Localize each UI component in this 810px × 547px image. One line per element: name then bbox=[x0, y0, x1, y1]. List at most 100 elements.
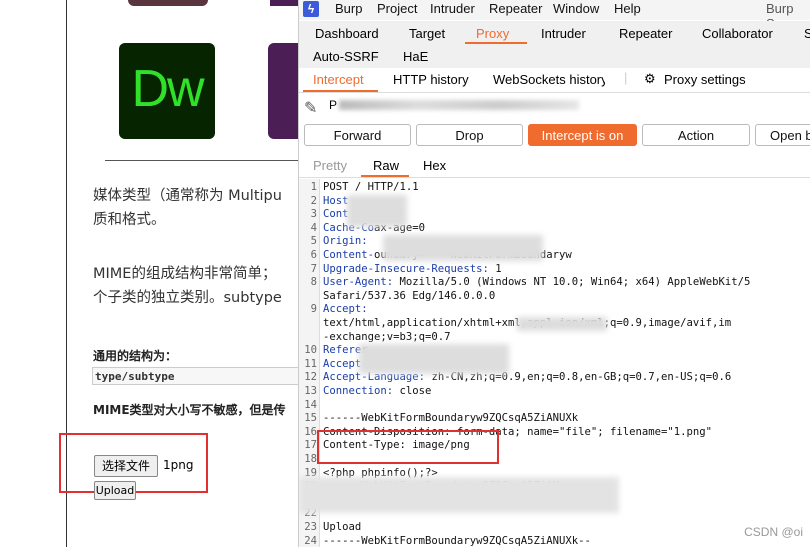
request-line: 15 ------WebKitFormBoundaryw9ZQCsqA5ZiANU… bbox=[299, 412, 578, 426]
line-number: 10 bbox=[304, 344, 317, 357]
request-line: 2 Host bbox=[299, 195, 349, 209]
request-line: 10 Referer bbox=[299, 344, 367, 358]
header-name: Host bbox=[323, 194, 349, 207]
burp-logo-icon: ϟ bbox=[303, 1, 319, 17]
line-number: 6 bbox=[310, 249, 317, 261]
divider bbox=[105, 160, 300, 161]
tab-separator: | bbox=[624, 70, 628, 85]
request-line: 3 Cont bbox=[299, 208, 349, 222]
request-line: 24 ------WebKitFormBoundaryw9ZQCsqA5ZiANU… bbox=[299, 535, 591, 547]
tab-intruder[interactable]: Intruder bbox=[541, 26, 586, 41]
header-name: Accept: bbox=[323, 303, 368, 316]
burp-window: ϟ Burp Project Intruder Repeater Window … bbox=[298, 0, 810, 547]
line-number: 12 bbox=[304, 371, 317, 384]
line-number: 18 bbox=[304, 453, 317, 465]
line-text: close bbox=[393, 385, 432, 397]
action-button[interactable]: Action bbox=[642, 124, 750, 146]
intercept-toggle-button[interactable]: Intercept is on bbox=[528, 124, 637, 146]
menu-window[interactable]: Window bbox=[553, 1, 599, 16]
upload-button[interactable]: Upload bbox=[94, 481, 136, 500]
forward-button[interactable]: Forward bbox=[304, 124, 411, 146]
line-number: 7 bbox=[310, 262, 317, 275]
redaction-1 bbox=[347, 195, 407, 227]
tab-proxy[interactable]: Proxy bbox=[476, 26, 509, 41]
line-number: 13 bbox=[304, 385, 317, 397]
header-name: Upgrade-Insecure-Requests: bbox=[323, 262, 489, 275]
tab-repeater[interactable]: Repeater bbox=[619, 26, 672, 41]
active-tab-underline bbox=[465, 42, 527, 44]
request-info-row: ✎ P bbox=[299, 94, 810, 120]
line-text: -exchange;v=b3;q=0.7 bbox=[323, 330, 451, 343]
header-name: Origin: bbox=[323, 235, 368, 248]
line-number: 3 bbox=[310, 208, 317, 221]
message-view-tabs: Pretty Raw Hex bbox=[299, 153, 810, 178]
redaction-4 bbox=[359, 344, 509, 374]
watermark-text: CSDN @oi bbox=[744, 525, 803, 539]
request-editor[interactable]: 1 POST / HTTP/1.1 2 Host 3 Cont 4 Cache-Coax-ag… bbox=[299, 179, 810, 547]
raw-underline bbox=[361, 175, 409, 177]
proxy-settings-link[interactable]: Proxy settings bbox=[664, 72, 746, 87]
menu-help[interactable]: Help bbox=[614, 1, 641, 16]
tab-pretty[interactable]: Pretty bbox=[313, 158, 347, 173]
tab-hex[interactable]: Hex bbox=[423, 158, 446, 173]
line-number: 11 bbox=[304, 357, 317, 370]
structure-heading: 通用的结构为： bbox=[93, 349, 178, 363]
main-tabs: Dashboard Target Proxy Intruder Repeater… bbox=[299, 21, 810, 45]
header-name: User-Agent: bbox=[323, 276, 394, 289]
line-number: 16 bbox=[304, 425, 317, 438]
request-line: 13 Connection: close bbox=[299, 385, 431, 399]
tab-raw[interactable]: Raw bbox=[373, 158, 399, 173]
request-line: Safari/537.36 Edg/146.0.0.0 bbox=[299, 290, 495, 304]
tab-dashboard[interactable]: Dashboard bbox=[315, 26, 379, 41]
line-number: 15 bbox=[304, 412, 317, 425]
tab-http-history[interactable]: HTTP history bbox=[393, 72, 469, 87]
tab-intercept[interactable]: Intercept bbox=[313, 72, 364, 87]
line-text: ------WebKitFormBoundaryw9ZQCsqA5ZiANUXk… bbox=[323, 534, 591, 547]
tab-collaborator[interactable]: Collaborator bbox=[702, 26, 773, 41]
request-line: 9 Accept: bbox=[299, 303, 368, 317]
top-icon-fragment bbox=[128, 0, 208, 6]
menu-burp[interactable]: Burp bbox=[335, 1, 362, 16]
line-number: 23 bbox=[304, 521, 317, 533]
menu-project[interactable]: Project bbox=[377, 1, 417, 16]
app-icon-partial bbox=[268, 43, 300, 139]
line-text: ------WebKitFormBoundaryw9ZQCsqA5ZiANUXk bbox=[323, 412, 579, 425]
gear-icon[interactable]: ⚙ bbox=[644, 71, 656, 87]
request-line: 5 Origin: bbox=[299, 235, 368, 249]
line-number: 9 bbox=[310, 303, 317, 316]
line-text: Upload bbox=[323, 521, 362, 533]
menu-bar: ϟ Burp Project Intruder Repeater Window … bbox=[299, 0, 810, 31]
redaction-3 bbox=[517, 317, 607, 331]
request-line: text/html,application/xhtml+xml,appl ion… bbox=[299, 317, 731, 331]
drop-button[interactable]: Drop bbox=[416, 124, 523, 146]
line-text: Mozilla/5.0 (Windows NT 10.0; Win64; x64… bbox=[393, 276, 751, 289]
dw-icon-label: Dw bbox=[131, 60, 204, 118]
menu-repeater[interactable]: Repeater bbox=[489, 1, 542, 16]
paragraph1-line1: 媒体类型（通常称为 Multipu bbox=[93, 188, 282, 204]
request-line: 1 POST / HTTP/1.1 bbox=[299, 181, 419, 195]
header-name: Connection: bbox=[323, 385, 394, 397]
tab-websockets-history[interactable]: WebSockets history bbox=[493, 72, 605, 87]
tab-more[interactable]: S bbox=[804, 26, 810, 41]
header-name: Content- bbox=[323, 249, 375, 261]
structure-code: type/subtype bbox=[92, 367, 300, 385]
tab-auto-ssrf[interactable]: Auto-SSRF bbox=[313, 49, 379, 64]
pencil-icon[interactable]: ✎ bbox=[304, 98, 317, 118]
line-text: Safari/537.36 Edg/146.0.0.0 bbox=[323, 289, 496, 302]
line-text: POST / HTTP/1.1 bbox=[323, 181, 419, 193]
line-text: 1 bbox=[488, 262, 502, 275]
request-line: 23 Upload bbox=[299, 521, 361, 535]
request-line: 8 User-Agent: Mozilla/5.0 (Windows NT 10.… bbox=[299, 276, 751, 290]
choose-file-button[interactable]: 选择文件 bbox=[94, 455, 158, 477]
paragraph2-line2: 个子类的独立类别。subtype bbox=[93, 290, 282, 306]
menu-intruder[interactable]: Intruder bbox=[430, 1, 475, 16]
proxy-subtabs: Intercept HTTP history WebSockets histor… bbox=[299, 68, 810, 93]
tab-hae[interactable]: HaE bbox=[403, 49, 428, 64]
line-number: 2 bbox=[310, 194, 317, 207]
line-number: 4 bbox=[310, 221, 317, 234]
tab-target[interactable]: Target bbox=[409, 26, 445, 41]
redaction-2 bbox=[383, 235, 543, 261]
extension-tabs: Auto-SSRF HaE bbox=[299, 45, 810, 69]
open-browser-button[interactable]: Open b bbox=[755, 124, 810, 146]
request-line: -exchange;v=b3;q=0.7 bbox=[299, 331, 451, 345]
